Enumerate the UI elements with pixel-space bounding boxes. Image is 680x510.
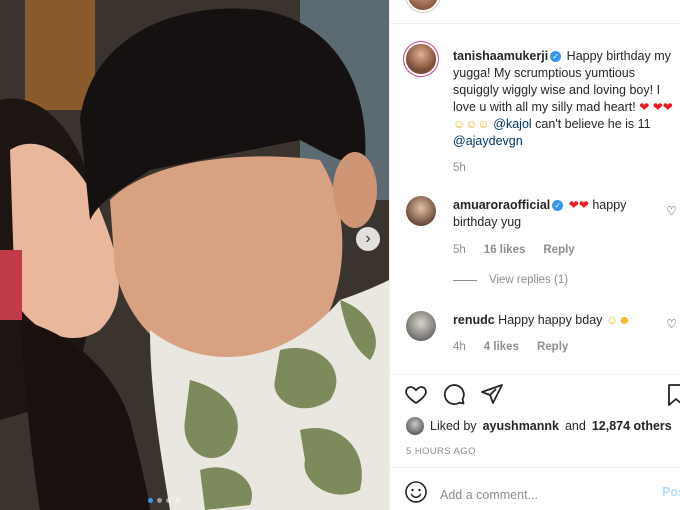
header-divider (390, 23, 680, 24)
actions-divider (390, 374, 680, 375)
header-avatar[interactable] (406, 0, 440, 12)
mention-link[interactable]: @kajol (493, 117, 531, 131)
comment-avatar[interactable] (406, 196, 436, 226)
likes-prefix: Liked by (430, 419, 477, 433)
comment-likes[interactable]: 16 likes (484, 244, 526, 256)
view-replies-button[interactable]: View replies (1) (453, 274, 568, 286)
reply-button[interactable]: Reply (543, 244, 574, 256)
comment-avatar[interactable] (406, 311, 436, 341)
photo-illustration (0, 0, 389, 510)
caption-avatar[interactable] (406, 44, 436, 74)
likes-summary: Liked by ayushmannk and 12,874 others (406, 417, 672, 435)
view-replies-label: View replies (1) (489, 274, 569, 286)
carousel-dot (157, 498, 162, 503)
caption-time[interactable]: 5h (453, 162, 466, 174)
comment-icon[interactable] (442, 382, 466, 406)
carousel-dot (148, 498, 153, 503)
smile-emoji-icon: ☺ (605, 313, 619, 327)
share-icon[interactable] (480, 382, 504, 406)
caption-username[interactable]: tanishaamukerji (453, 49, 548, 63)
carousel-next-button[interactable]: › (356, 227, 380, 251)
comment-meta: 4h 4 likes Reply (453, 341, 568, 353)
caption-body-2: can't believe he is 11 (535, 117, 651, 131)
caption-text: tanishaamukerji ✓ Happy birthday my yugga… (453, 48, 680, 150)
comment-username[interactable]: renudc (453, 313, 495, 327)
emoji-picker-icon[interactable] (404, 480, 428, 509)
add-comment-row: Add a comment... (404, 480, 538, 509)
verified-icon: ✓ (552, 200, 564, 211)
post-actions (404, 382, 504, 406)
post-button[interactable]: Post (662, 485, 680, 499)
reply-button[interactable]: Reply (537, 341, 568, 353)
comment-box-divider (390, 467, 680, 468)
view-replies-line (453, 279, 477, 281)
like-icon[interactable] (404, 382, 428, 406)
carousel-dots (148, 498, 180, 503)
heart-emoji-icon: ❤ (639, 100, 650, 114)
like-comment-icon[interactable]: ♡ (666, 317, 677, 331)
liker-username[interactable]: ayushmannk (483, 419, 559, 433)
comment-input[interactable]: Add a comment... (440, 488, 538, 502)
post-photo[interactable]: › (0, 0, 389, 510)
smile-emoji-icon: ☺ (477, 117, 490, 131)
smile-emoji-icon: ☺ (453, 117, 466, 131)
comment-username[interactable]: amuaroraofficial (453, 198, 550, 212)
comment-text: renudc Happy happy bday ☺☻ (453, 312, 653, 329)
heart-emoji-icon: ❤ (578, 198, 589, 212)
comment-likes[interactable]: 4 likes (484, 341, 519, 353)
mention-link[interactable]: @ajaydevgn (453, 134, 523, 148)
comment-time[interactable]: 4h (453, 341, 466, 353)
wink-emoji-icon: ☻ (618, 313, 631, 327)
smile-emoji-icon: ☺ (465, 117, 478, 131)
verified-icon: ✓ (550, 51, 562, 62)
heart-emoji-icon: ❤ (662, 100, 673, 114)
like-comment-icon[interactable]: ♡ (666, 204, 677, 218)
save-icon[interactable] (668, 384, 680, 406)
comment-text: amuaroraofficial ✓ ❤❤ happy birthday yug (453, 197, 653, 231)
carousel-dot (175, 498, 180, 503)
post-timestamp[interactable]: 5 HOURS AGO (406, 446, 476, 457)
likes-count[interactable]: 12,874 others (592, 419, 672, 433)
comments-panel: tanishaamukerji ✓ Happy birthday my yugga… (389, 0, 680, 510)
comment-body: Happy happy bday (498, 313, 603, 327)
heart-emoji-icon: ❤ (652, 100, 663, 114)
heart-emoji-icon: ❤ (568, 198, 579, 212)
liker-avatar[interactable] (406, 417, 424, 435)
caption-meta: 5h (453, 162, 466, 174)
comment-meta: 5h 16 likes Reply (453, 244, 575, 256)
carousel-dot (166, 498, 171, 503)
likes-joiner: and (564, 419, 586, 433)
comment-time[interactable]: 5h (453, 244, 466, 256)
